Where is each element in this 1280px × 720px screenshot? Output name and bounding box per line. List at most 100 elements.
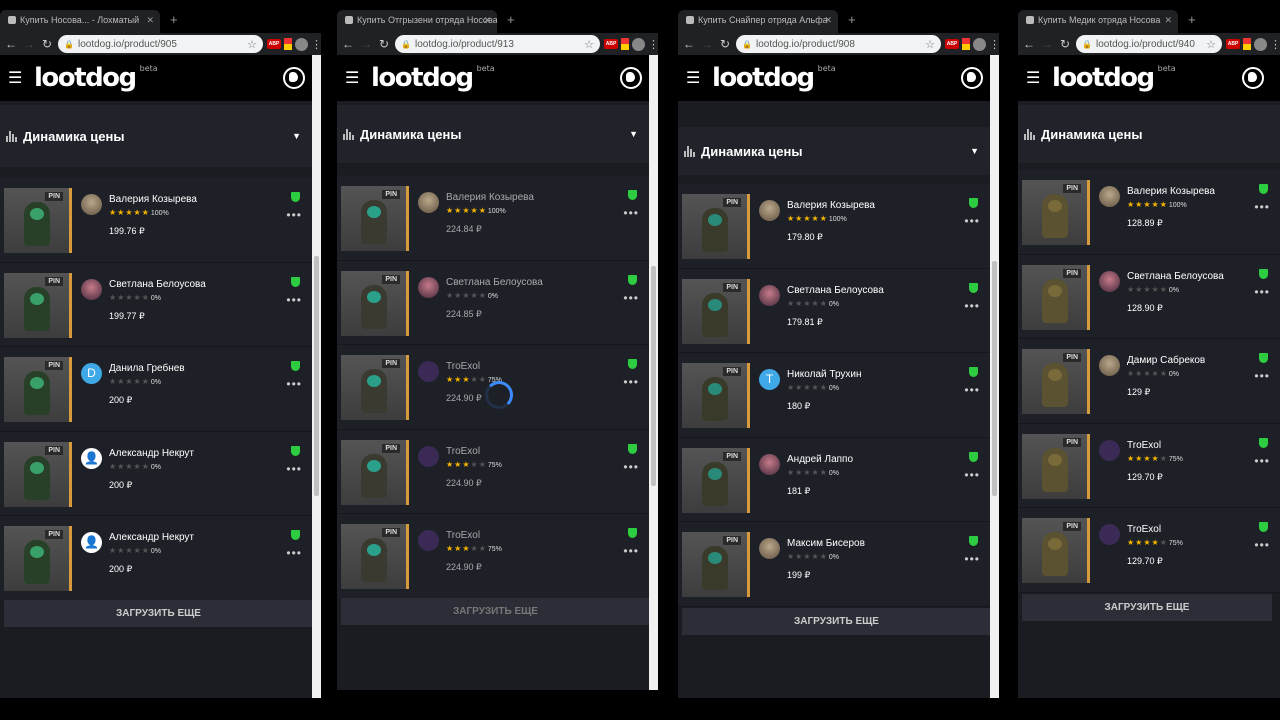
extension-icon[interactable] — [962, 38, 970, 50]
seller-name[interactable]: Светлана Белоусова — [1127, 271, 1224, 282]
url-bar[interactable]: 🔒 lootdog.io/product/908 ☆ — [736, 35, 941, 53]
item-thumbnail[interactable]: PIN — [682, 278, 750, 344]
hamburger-icon[interactable]: ☰ — [1026, 68, 1044, 88]
seller-avatar[interactable] — [1099, 186, 1120, 207]
chevron-down-icon[interactable]: ▼ — [629, 129, 638, 139]
arrow-right-icon[interactable]: → — [359, 37, 373, 51]
load-more-button[interactable]: ЗАГРУЗИТЬ ЕЩЕ — [341, 598, 650, 625]
site-logo[interactable]: lootdog beta — [371, 63, 495, 93]
seller-name[interactable]: Светлана Белоусова — [446, 277, 543, 288]
offer-card[interactable]: PIN Валерия Козырева ★★★★★100% 128.89 ₽ ••• — [1018, 170, 1280, 255]
seller-name[interactable]: Александр Некрут — [109, 532, 194, 543]
globe-icon[interactable] — [1242, 67, 1264, 89]
adblock-icon[interactable]: ABP — [604, 39, 618, 49]
seller-avatar[interactable]: 👤 — [81, 532, 102, 553]
more-dots-icon[interactable]: ••• — [286, 208, 302, 222]
more-dots-icon[interactable]: ••• — [964, 383, 980, 397]
extension-icon[interactable] — [284, 38, 292, 50]
reload-icon[interactable]: ↻ — [1058, 37, 1072, 51]
arrow-right-icon[interactable]: → — [22, 37, 36, 51]
browser-tab[interactable]: Купить Снайпер отряда Альфа ✕ — [678, 10, 838, 33]
offer-card[interactable]: PIN Валерия Козырева ★★★★★100% 224.84 ₽ ••• — [337, 176, 649, 261]
arrow-right-icon[interactable]: → — [1040, 37, 1054, 51]
scrollbar[interactable] — [990, 55, 999, 698]
bookmark-star-icon[interactable]: ☆ — [1206, 38, 1216, 51]
price-dynamics-panel[interactable]: Динамика цены — [1018, 105, 1280, 163]
new-tab-icon[interactable]: + — [507, 12, 515, 27]
reload-icon[interactable]: ↻ — [377, 37, 391, 51]
offer-card[interactable]: PIN TroExol ★★★★★75% 224.90 ₽ ••• — [337, 345, 649, 430]
item-thumbnail[interactable]: PIN — [1022, 180, 1090, 245]
new-tab-icon[interactable]: + — [170, 12, 178, 27]
arrow-left-icon[interactable]: ← — [4, 37, 18, 51]
more-dots-icon[interactable]: ••• — [1254, 538, 1270, 552]
chevron-down-icon[interactable]: ▼ — [970, 146, 979, 156]
item-thumbnail[interactable]: PIN — [341, 524, 409, 589]
bookmark-star-icon[interactable]: ☆ — [925, 38, 935, 51]
offer-card[interactable]: PIN 👤 Александр Некрут ★★★★★0% 200 ₽ ••• — [0, 516, 312, 601]
seller-avatar[interactable] — [1099, 270, 1120, 292]
seller-avatar[interactable]: 👤 — [81, 447, 102, 469]
seller-avatar[interactable]: D — [81, 363, 102, 384]
offer-card[interactable]: PIN Дамир Сабреков ★★★★★0% 129 ₽ ••• — [1018, 339, 1280, 424]
url-bar[interactable]: 🔒 lootdog.io/product/913 ☆ — [395, 35, 600, 53]
offer-card[interactable]: PIN Светлана Белоусова ★★★★★0% 199.77 ₽ ••• — [0, 262, 312, 347]
browser-menu-icon[interactable]: ⋮ — [648, 38, 658, 51]
load-more-button[interactable]: ЗАГРУЗИТЬ ЕЩЕ — [1022, 594, 1272, 621]
scrollbar-thumb[interactable] — [992, 261, 997, 496]
arrow-right-icon[interactable]: → — [700, 37, 714, 51]
seller-name[interactable]: Валерия Козырева — [1127, 186, 1215, 197]
load-more-button[interactable]: ЗАГРУЗИТЬ ЕЩЕ — [682, 608, 991, 635]
url-bar[interactable]: 🔒 lootdog.io/product/940 ☆ — [1076, 35, 1222, 53]
seller-name[interactable]: TroExol — [446, 446, 480, 457]
more-dots-icon[interactable]: ••• — [1254, 200, 1270, 214]
hamburger-icon[interactable]: ☰ — [8, 68, 26, 88]
globe-icon[interactable] — [283, 67, 305, 89]
offer-card[interactable]: PIN Светлана Белоусова ★★★★★0% 179.81 ₽ ••• — [678, 268, 990, 353]
price-dynamics-panel[interactable]: Динамика цены ▼ — [0, 105, 321, 167]
profile-icon[interactable] — [1254, 37, 1267, 51]
more-dots-icon[interactable]: ••• — [286, 377, 302, 391]
tab-close-icon[interactable]: ✕ — [1164, 15, 1172, 26]
seller-avatar[interactable] — [1099, 439, 1120, 461]
seller-avatar[interactable] — [418, 361, 439, 382]
seller-avatar[interactable] — [418, 530, 439, 551]
profile-icon[interactable] — [632, 37, 645, 51]
item-thumbnail[interactable]: PIN — [4, 188, 72, 253]
scrollbar-thumb[interactable] — [314, 256, 319, 496]
offer-card[interactable]: PIN Светлана Белоусова ★★★★★0% 224.85 ₽ ••• — [337, 260, 649, 345]
adblock-icon[interactable]: ABP — [267, 39, 281, 49]
hamburger-icon[interactable]: ☰ — [345, 68, 363, 88]
load-more-button[interactable]: ЗАГРУЗИТЬ ЕЩЕ — [4, 600, 313, 627]
scrollbar[interactable] — [649, 55, 658, 690]
url-bar[interactable]: 🔒 lootdog.io/product/905 ☆ — [58, 35, 263, 53]
site-logo[interactable]: lootdog beta — [34, 63, 158, 93]
seller-name[interactable]: TroExol — [1127, 440, 1161, 451]
browser-tab[interactable]: Купить Отгрызени отряда Носова ✕ — [337, 10, 497, 33]
tab-close-icon[interactable]: ✕ — [146, 15, 154, 26]
seller-name[interactable]: Валерия Козырева — [787, 200, 875, 211]
seller-name[interactable]: Николай Трухин — [787, 369, 862, 380]
item-thumbnail[interactable]: PIN — [4, 441, 72, 507]
offer-card[interactable]: PIN TroExol ★★★★★75% 224.90 ₽ ••• — [337, 429, 649, 514]
browser-tab[interactable]: Купить Носова... - Лохматый ✕ — [0, 10, 160, 33]
adblock-icon[interactable]: ABP — [945, 39, 959, 49]
seller-name[interactable]: Данила Гребнев — [109, 363, 185, 374]
more-dots-icon[interactable]: ••• — [964, 214, 980, 228]
seller-name[interactable]: TroExol — [446, 530, 480, 541]
item-thumbnail[interactable]: PIN — [682, 532, 750, 597]
item-thumbnail[interactable]: PIN — [1022, 433, 1090, 499]
seller-avatar[interactable] — [1099, 355, 1120, 376]
globe-icon[interactable] — [620, 67, 642, 89]
browser-menu-icon[interactable]: ⋮ — [989, 38, 999, 51]
more-dots-icon[interactable]: ••• — [1254, 285, 1270, 299]
extension-icon[interactable] — [621, 38, 629, 50]
price-dynamics-panel[interactable]: Динамика цены ▼ — [337, 105, 658, 163]
offer-card[interactable]: PIN Светлана Белоусова ★★★★★0% 128.90 ₽ ••• — [1018, 254, 1280, 339]
offer-card[interactable]: PIN TroExol ★★★★★75% 129.70 ₽ ••• — [1018, 423, 1280, 508]
seller-name[interactable]: TroExol — [446, 361, 480, 372]
tab-close-icon[interactable]: ✕ — [824, 15, 832, 26]
item-thumbnail[interactable]: PIN — [1022, 349, 1090, 414]
seller-name[interactable]: Андрей Лаппо — [787, 454, 853, 465]
seller-name[interactable]: Светлана Белоусова — [787, 285, 884, 296]
